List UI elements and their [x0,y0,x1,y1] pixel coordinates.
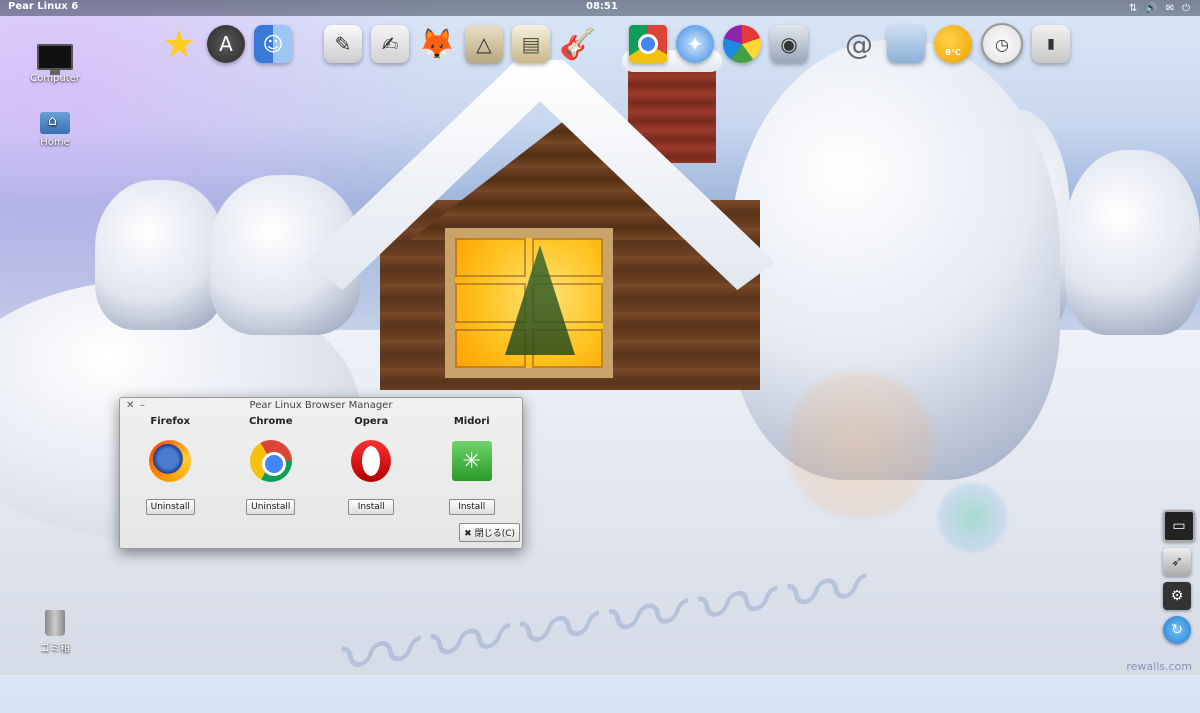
install-midori-button[interactable]: Install [448,499,495,515]
dock: ★ A ☺ ✎ ✍ 🦊 △ ▤ 🎸 ✦ ◉ @ 8°C ◷ ▮ [160,20,1070,68]
midori-icon: ✳ [449,438,495,484]
chrome-icon[interactable] [629,25,667,63]
desktop-computer[interactable]: Computer [20,44,90,84]
trash-icon [45,610,65,636]
finder-icon[interactable]: ☺ [254,25,292,63]
rocket-icon[interactable]: ➶ [1163,548,1191,576]
camera-icon[interactable]: ◉ [770,25,808,63]
close-button[interactable]: ✖ 閉じる(C) [459,523,520,542]
browser-manager-dialog: ✕ – Pear Linux Browser Manager Firefox U… [119,397,523,549]
browser-firefox: Firefox Uninstall [120,416,221,515]
home-folder-icon [40,112,70,134]
browser-midori: Midori ✳ Install [422,416,523,515]
dialog-titlebar[interactable]: ✕ – Pear Linux Browser Manager [120,398,522,414]
browser-list: Firefox Uninstall Chrome Uninstall Opera… [120,416,522,515]
computer-icon [37,44,73,75]
uninstall-firefox-button[interactable]: Uninstall [145,499,195,515]
app-menu-label[interactable]: Pear Linux 6 [8,1,78,12]
browser-name: Midori [453,416,490,427]
app-store-icon[interactable]: A [207,25,245,63]
firefox-icon [147,438,193,484]
clock-icon[interactable]: ◷ [981,23,1023,65]
wallpaper-lens-flare [780,365,940,525]
notes-icon[interactable]: ✍ [371,25,409,63]
dialog-title: Pear Linux Browser Manager [249,400,393,411]
weather-icon[interactable]: 8°C [934,25,972,63]
close-button-label: 閉じる(C) [474,529,515,539]
minimize-icon[interactable]: – [140,398,145,414]
safari-icon[interactable]: ✦ [676,25,714,63]
system-tray: ⇅ 🔊 ✉ ⏻ [1129,0,1190,16]
guitar-icon[interactable]: 🎸 [559,25,597,63]
close-icon[interactable]: ✕ [126,398,134,414]
mail-tray-icon[interactable]: ✉ [1166,3,1174,14]
archive-icon[interactable]: ▤ [512,25,550,63]
wallpaper-lens-flare-small [935,480,1010,555]
clock[interactable]: 08:51 [586,1,618,12]
uninstall-chrome-button[interactable]: Uninstall [246,499,296,515]
home-label: Home [40,137,70,148]
draw-icon[interactable]: △ [465,25,503,63]
browser-name: Opera [354,416,389,427]
update-icon[interactable]: ↻ [1163,616,1191,644]
top-panel: Pear Linux 6 08:51 ⇅ 🔊 ✉ ⏻ [0,0,1200,16]
mail-icon[interactable]: @ [840,25,878,63]
star-icon[interactable]: ★ [160,22,198,66]
desktop-home[interactable]: Home [20,112,90,148]
folder-icon[interactable] [887,25,925,63]
watermark: rewalls.com [1126,660,1192,673]
picasa-icon[interactable] [723,25,761,63]
monitor-icon[interactable]: ▭ [1163,510,1195,542]
close-x-icon: ✖ [464,529,472,539]
install-opera-button[interactable]: Install [348,499,395,515]
trash-label: ゴミ箱 [40,643,70,654]
chrome-browser-icon [248,438,294,484]
gimp-icon[interactable]: 🦊 [418,25,456,63]
side-launcher: ▭ ➶ ⚙ ↻ [1163,510,1195,644]
volume-icon[interactable]: 🔊 [1145,3,1157,14]
text-editor-icon[interactable]: ✎ [324,25,362,63]
browser-chrome: Chrome Uninstall [221,416,322,515]
desktop-trash[interactable]: ゴミ箱 [20,610,90,654]
opera-icon [348,438,394,484]
network-icon[interactable]: ⇅ [1129,3,1137,14]
browser-name: Chrome [249,416,293,427]
browser-name: Firefox [150,416,191,427]
power-icon[interactable]: ⏻ [1182,3,1190,14]
browser-opera: Opera Install [321,416,422,515]
settings-icon[interactable]: ⚙ [1163,582,1191,610]
weather-temp: 8°C [945,47,961,57]
switch-icon[interactable]: ▮ [1032,25,1070,63]
